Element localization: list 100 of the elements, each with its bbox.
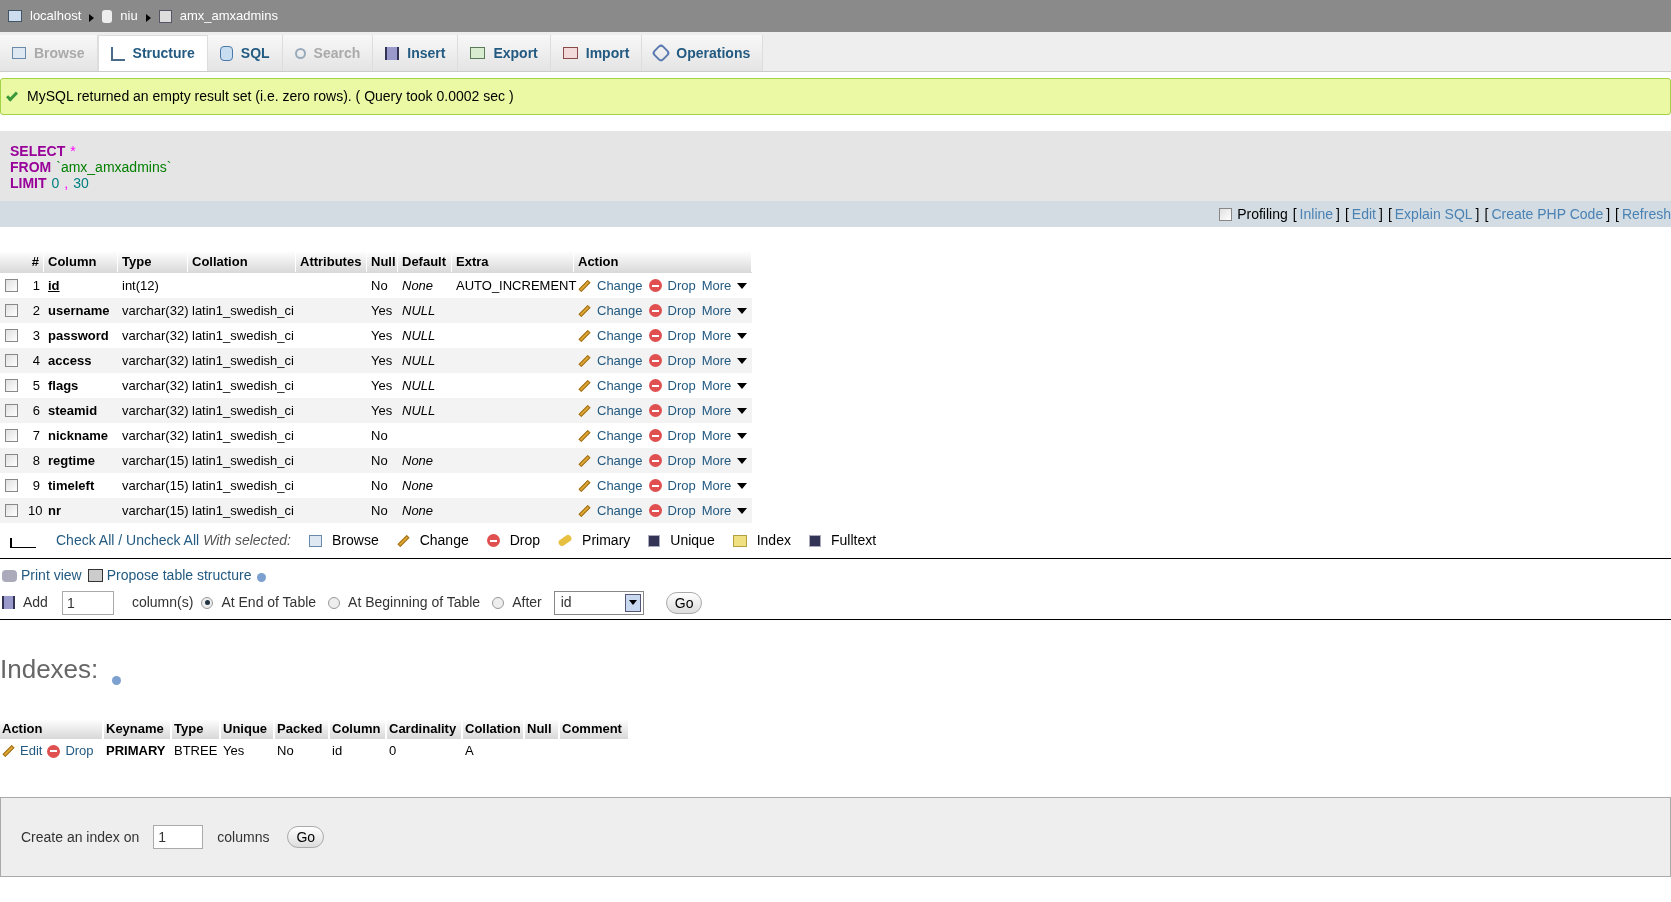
go-button[interactable]: Go — [287, 826, 325, 848]
column-name: timeleft — [48, 477, 95, 493]
column-header: Comment — [560, 719, 630, 739]
bulk-action-button[interactable]: Index — [732, 530, 791, 551]
bulk-action-button[interactable]: Drop — [486, 530, 541, 551]
message-text: MySQL returned an empty result set (i.e. zero rows). ( Query took 0.0002 sec ) — [27, 87, 514, 106]
index-columns-field[interactable]: 1 — [153, 825, 204, 849]
drop-link[interactable]: Drop — [667, 300, 696, 321]
go-button[interactable]: Go — [665, 591, 703, 614]
table-cell: No — [371, 427, 388, 443]
drop-link[interactable]: Drop — [667, 500, 696, 521]
insert-column-icon — [2, 596, 15, 609]
change-link[interactable]: Change — [597, 500, 643, 521]
change-link[interactable]: Change — [597, 350, 643, 371]
drop-link[interactable]: Drop — [667, 425, 696, 446]
drop-link[interactable]: Drop — [65, 741, 94, 761]
table-icon — [158, 9, 172, 23]
change-link[interactable]: Change — [597, 375, 643, 396]
caret-icon — [737, 382, 748, 389]
bulk-action-button[interactable]: Primary — [558, 530, 631, 551]
table-cell: latin1_swedish_ci — [192, 502, 294, 518]
caret-icon — [737, 332, 748, 339]
change-link[interactable]: Change — [597, 400, 643, 421]
drop-link[interactable]: Drop — [667, 400, 696, 421]
table-cell: varchar(32) — [122, 377, 189, 393]
check-all-link[interactable]: Check All / Uncheck All — [56, 530, 200, 551]
more-menu[interactable]: More — [701, 475, 748, 496]
tool-link[interactable]: Propose table structure — [87, 565, 252, 586]
row-checkbox[interactable] — [5, 354, 18, 367]
table-cell: BTREE — [174, 743, 218, 759]
drop-link[interactable]: Drop — [667, 475, 696, 496]
breadcrumb-arrow-icon — [89, 14, 95, 22]
row-checkbox[interactable] — [5, 304, 18, 317]
row-checkbox[interactable] — [5, 329, 18, 342]
column-name: username — [48, 302, 110, 318]
change-link[interactable]: Change — [597, 425, 643, 446]
change-link[interactable]: Change — [597, 450, 643, 471]
tab[interactable]: Insert — [373, 35, 459, 71]
radio-button[interactable] — [201, 596, 214, 609]
radio-button[interactable] — [492, 596, 505, 609]
table-cell: 5 — [32, 377, 40, 393]
more-menu[interactable]: More — [701, 500, 748, 521]
more-menu[interactable]: More — [701, 400, 748, 421]
tool-link[interactable]: Print view — [2, 565, 82, 586]
row-checkbox[interactable] — [5, 429, 18, 442]
table-cell: 4 — [32, 352, 40, 368]
drop-link[interactable]: Drop — [667, 450, 696, 471]
bulk-action-button[interactable]: Change — [396, 530, 469, 551]
caret-icon — [737, 432, 748, 439]
drop-link[interactable]: Drop — [667, 275, 696, 296]
table-cell: None — [402, 477, 434, 493]
drop-link[interactable]: Drop — [667, 375, 696, 396]
change-link[interactable]: Change — [597, 300, 643, 321]
change-link[interactable]: Change — [597, 475, 643, 496]
more-menu[interactable]: More — [701, 350, 748, 371]
table-cell: Yes — [223, 743, 245, 759]
drop-icon — [648, 279, 662, 292]
change-link[interactable]: Change — [597, 325, 643, 346]
row-checkbox[interactable] — [5, 504, 18, 517]
row-checkbox[interactable] — [5, 379, 18, 392]
tab[interactable]: Export — [458, 35, 551, 71]
tab[interactable]: SQL — [207, 35, 283, 71]
tab[interactable]: Import — [550, 35, 643, 71]
edit-link[interactable]: Edit — [20, 741, 43, 761]
change-link[interactable]: Change — [597, 275, 643, 296]
more-menu[interactable]: More — [701, 325, 748, 346]
more-menu[interactable]: More — [701, 375, 748, 396]
table-cell: varchar(15) — [122, 502, 189, 518]
table-icon — [12, 47, 26, 59]
bulk-action-button[interactable]: Fulltext — [808, 530, 877, 551]
bulk-action-button[interactable]: Browse — [309, 530, 379, 551]
bulk-action-button[interactable]: Unique — [648, 530, 715, 551]
fulltext-icon — [808, 534, 821, 547]
more-menu[interactable]: More — [701, 300, 748, 321]
bracket: [ — [1387, 204, 1392, 224]
table-cell: No — [277, 743, 294, 759]
table-cell: NULL — [402, 402, 436, 418]
row-checkbox[interactable] — [5, 479, 18, 492]
profiling-checkbox[interactable] — [1219, 207, 1233, 221]
more-menu[interactable]: More — [701, 275, 748, 296]
more-menu[interactable]: More — [701, 425, 748, 446]
drop-icon — [648, 354, 662, 367]
tab[interactable]: Operations — [642, 35, 764, 71]
row-checkbox[interactable] — [5, 279, 18, 292]
after-column-select[interactable]: id — [553, 590, 644, 615]
table-cell: No — [371, 452, 388, 468]
radio-button[interactable] — [328, 596, 341, 609]
column-header: Column — [330, 719, 387, 739]
column-count-field[interactable]: 1 — [61, 590, 114, 615]
row-checkbox[interactable] — [5, 454, 18, 467]
drop-link[interactable]: Drop — [667, 350, 696, 371]
more-menu[interactable]: More — [701, 450, 748, 471]
drop-link[interactable]: Drop — [667, 325, 696, 346]
table-cell: latin1_swedish_ci — [192, 302, 294, 318]
bracket: ] — [1606, 204, 1611, 224]
search-icon — [294, 47, 306, 59]
table-cell: No — [371, 277, 388, 293]
row-checkbox[interactable] — [5, 404, 18, 417]
tab[interactable]: Structure — [97, 35, 208, 71]
table-cell: varchar(32) — [122, 427, 189, 443]
